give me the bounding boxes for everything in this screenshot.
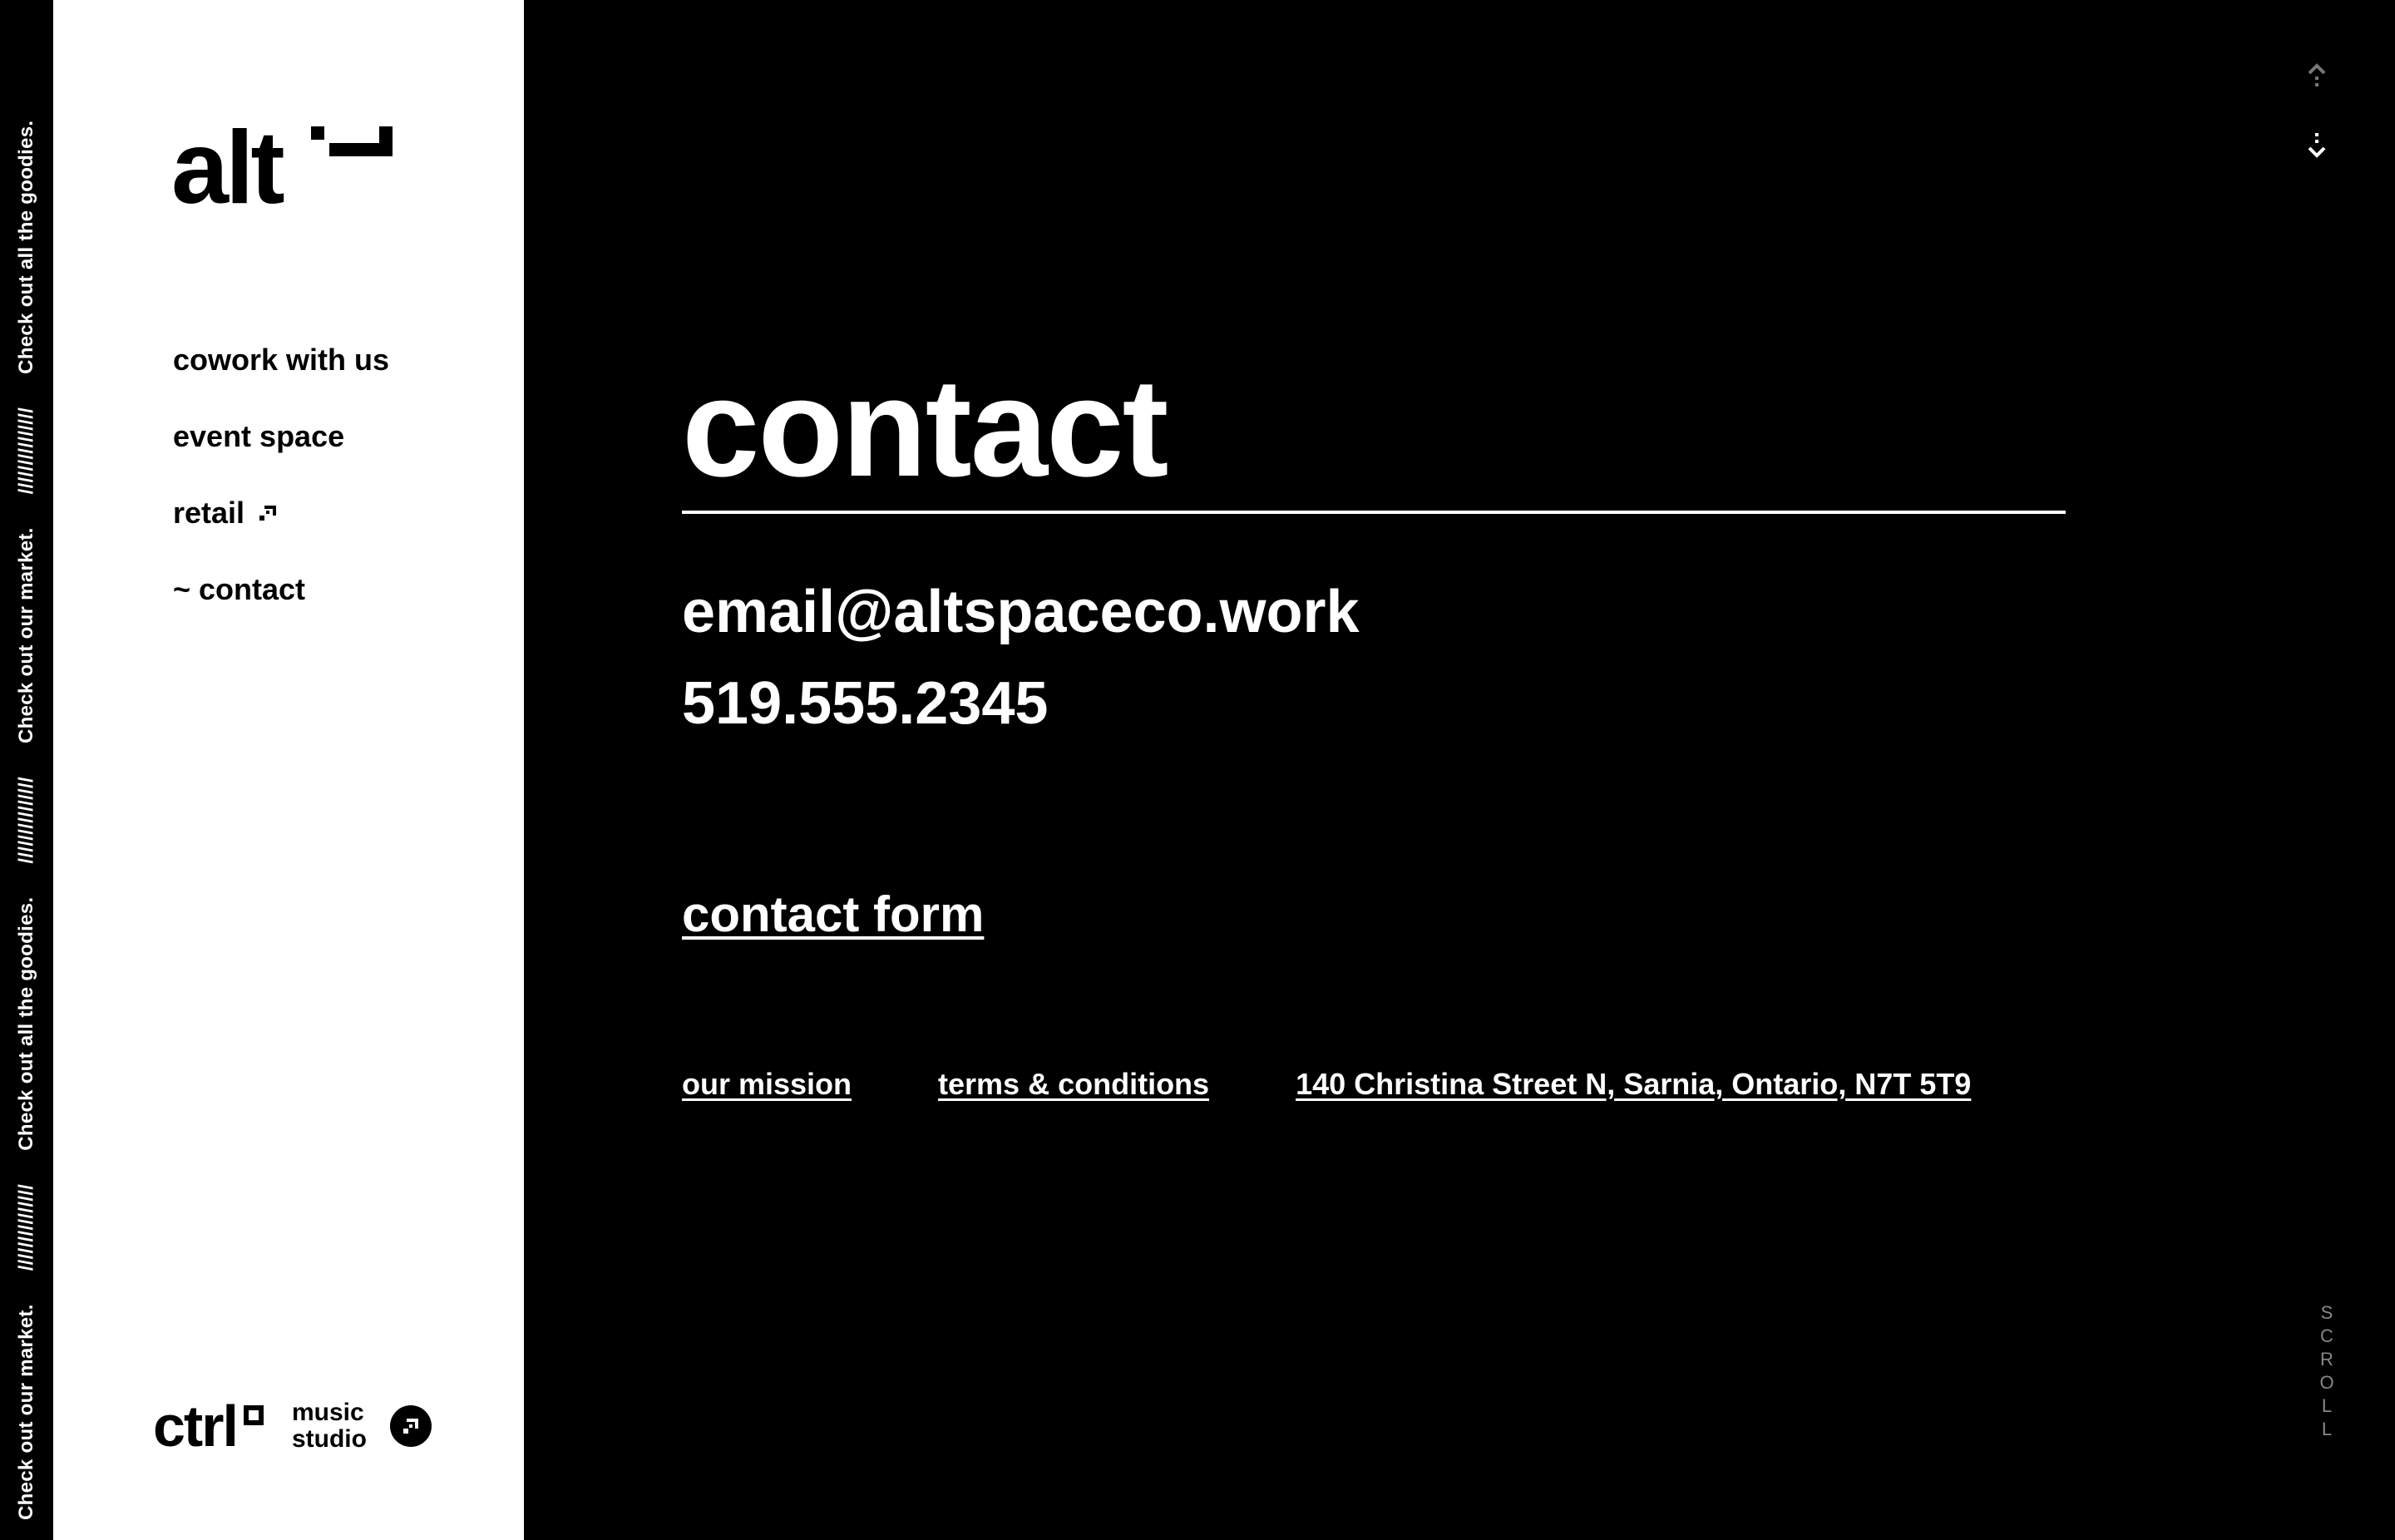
main-content: contact email@altspaceco.work 519.555.23…: [524, 0, 2395, 1540]
marquee-strip[interactable]: Check out our market. /////////////// Chec…: [0, 0, 53, 1540]
external-link-icon: [402, 1419, 418, 1434]
scroll-letter: L: [2321, 1395, 2333, 1416]
nav-item-label: ~ contact: [173, 572, 306, 606]
ctrl-subtitle: music studio: [292, 1399, 367, 1453]
arrow-down-icon[interactable]: [2307, 131, 2327, 161]
marquee-separator: ///////////////: [15, 1183, 37, 1271]
nav-item-contact[interactable]: ~ contact: [173, 570, 389, 609]
terms-link[interactable]: terms & conditions: [938, 1069, 1209, 1099]
nav-item-label: event space: [173, 419, 345, 453]
ctrl-external-button[interactable]: [389, 1405, 432, 1447]
ctrl-square-icon: [243, 1405, 264, 1425]
scroll-letter: S: [2320, 1302, 2333, 1323]
page-title: contact: [682, 349, 1168, 506]
nav-item-event-space[interactable]: event space: [173, 417, 389, 456]
marquee-message: Check out all the goodies.: [15, 120, 37, 374]
ctrl-wordmark: ctrl: [153, 1394, 239, 1459]
ctrl-subtitle-line: studio: [291, 1425, 367, 1453]
marquee-message: Check out our market.: [15, 527, 37, 744]
marquee-separator: ///////////////: [15, 777, 37, 864]
email-link[interactable]: email@altspaceco.work: [682, 582, 1360, 642]
ctrl-music-studio-link[interactable]: ctrl music studio: [153, 1397, 432, 1455]
address-link[interactable]: 140 Christina Street N, Sarnia, Ontario,…: [1296, 1069, 1971, 1099]
logo-wordmark: alt: [171, 111, 285, 225]
site-logo[interactable]: alt: [171, 116, 393, 220]
scroll-letter: L: [2321, 1419, 2333, 1439]
ctrl-subtitle-line: music: [291, 1399, 364, 1426]
nav-item-cowork[interactable]: cowork with us: [173, 341, 389, 379]
marquee-message: Check out all the goodies.: [15, 896, 37, 1151]
scroll-letter: C: [2320, 1325, 2333, 1346]
sidebar: alt cowork with us event space retail ~ …: [53, 0, 524, 1540]
external-link-icon: [259, 506, 277, 521]
our-mission-link[interactable]: our mission: [682, 1069, 852, 1099]
title-divider: [682, 511, 2066, 514]
marquee-message: Check out our market.: [15, 1304, 37, 1520]
scroll-indicator: S C R O L L: [2317, 1301, 2337, 1441]
scroll-letter: O: [2319, 1372, 2334, 1393]
nav-item-label: retail: [173, 496, 245, 530]
marquee-text[interactable]: Check out our market. /////////////// Chec…: [15, 87, 37, 1520]
logo-mark-icon: [311, 126, 393, 156]
marquee-separator: ///////////////: [15, 407, 37, 495]
footer-links: our mission terms & conditions 140 Chris…: [682, 1069, 1971, 1099]
phone-link[interactable]: 519.555.2345: [682, 674, 1048, 733]
scroll-letter: R: [2320, 1349, 2333, 1370]
nav-item-retail[interactable]: retail: [173, 494, 389, 532]
nav-item-label: cowork with us: [173, 343, 390, 377]
arrow-up-icon[interactable]: [2307, 62, 2327, 91]
main-nav: cowork with us event space retail ~ cont…: [173, 341, 389, 647]
contact-form-link[interactable]: contact form: [682, 890, 984, 940]
